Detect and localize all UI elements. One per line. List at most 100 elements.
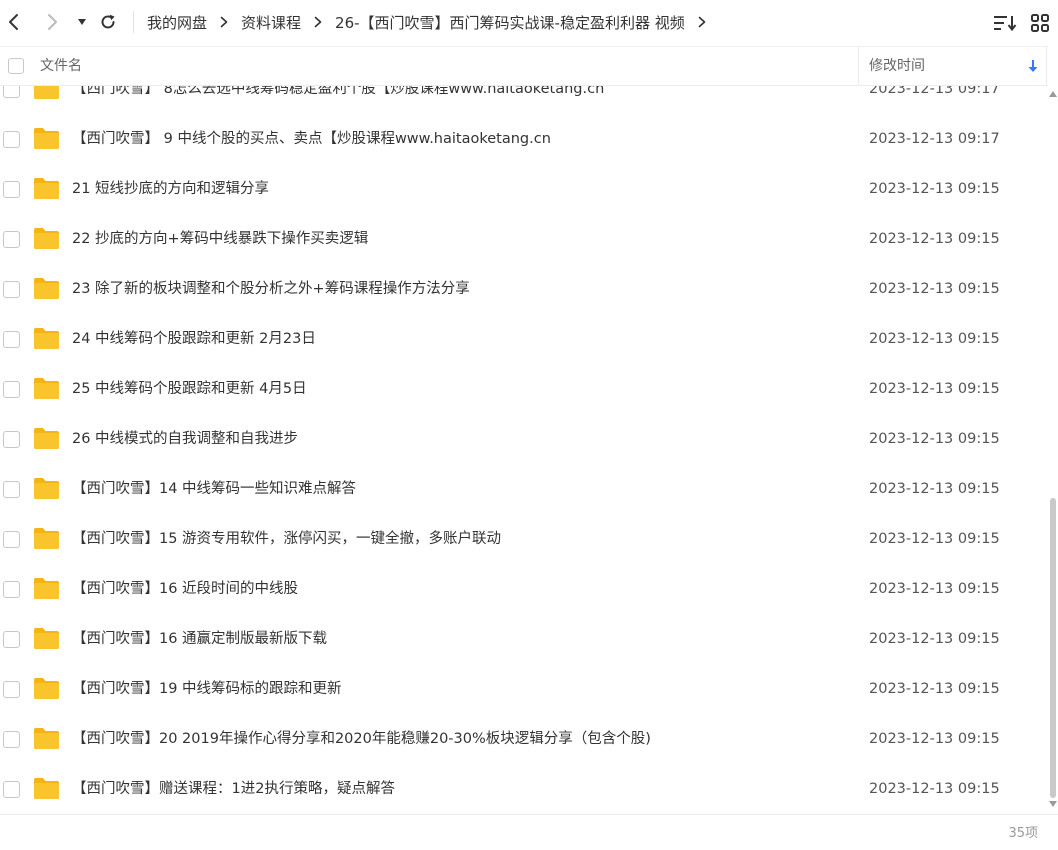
file-name[interactable]: 【西门吹雪】20 2019年操作心得分享和2020年能稳赚20-30%板块逻辑分…: [72, 714, 651, 764]
row-checkbox[interactable]: [3, 331, 20, 348]
folder-icon: [34, 86, 59, 99]
file-row[interactable]: 【西门吹雪】16 通赢定制版最新版下载 2023-12-13 09:15: [0, 614, 1046, 664]
select-all-checkbox[interactable]: [8, 58, 24, 74]
folder-icon: [34, 128, 59, 149]
view-toggle-button[interactable]: [1027, 10, 1053, 36]
file-row[interactable]: 【西门吹雪】赠送课程：1进2执行策略，疑点解答 2023-12-13 09:15: [0, 764, 1046, 814]
file-name[interactable]: 【西门吹雪】 8怎么去选中线筹码稳定盈利个股【炒股课程www.haitaoket…: [72, 86, 604, 114]
breadcrumb-more-chevron-icon[interactable]: [698, 16, 706, 28]
breadcrumb-item-my-drive[interactable]: 我的网盘: [147, 12, 207, 33]
sort-menu-button[interactable]: [992, 10, 1018, 36]
sort-list-icon: [994, 16, 1017, 32]
file-row[interactable]: 【西门吹雪】 8怎么去选中线筹码稳定盈利个股【炒股课程www.haitaoket…: [0, 86, 1046, 114]
column-header-name[interactable]: 文件名: [40, 47, 82, 85]
scroll-up-arrow-icon[interactable]: [1049, 90, 1057, 98]
breadcrumb-item-course-materials[interactable]: 资料课程: [241, 12, 301, 33]
file-name[interactable]: 21 短线抄底的方向和逻辑分享: [72, 164, 269, 214]
breadcrumb-separator-icon: [314, 16, 322, 28]
file-name[interactable]: 【西门吹雪】赠送课程：1进2执行策略，疑点解答: [72, 764, 395, 814]
row-checkbox[interactable]: [3, 231, 20, 248]
file-row[interactable]: 23 除了新的板块调整和个股分析之外+筹码课程操作方法分享 2023-12-13 …: [0, 264, 1046, 314]
breadcrumb: 我的网盘 资料课程 26-【西门吹雪】西门筹码实战课-稳定盈利利器 视频: [147, 0, 719, 44]
folder-icon: [34, 478, 59, 499]
file-row[interactable]: 25 中线筹码个股跟踪和更新 4月5日 2023-12-13 09:15: [0, 364, 1046, 414]
file-name[interactable]: 【西门吹雪】 9 中线个股的买点、卖点【炒股课程www.haitaoketang…: [72, 114, 551, 164]
modified-time: 2023-12-13 09:15: [869, 181, 1000, 197]
file-name[interactable]: 24 中线筹码个股跟踪和更新 2月23日: [72, 314, 316, 364]
folder-icon: [34, 578, 59, 599]
modified-time: 2023-12-13 09:15: [869, 731, 1000, 747]
row-checkbox[interactable]: [3, 131, 20, 148]
modified-time: 2023-12-13 09:17: [869, 86, 1000, 97]
folder-icon: [34, 428, 59, 449]
folder-icon: [34, 728, 59, 749]
row-checkbox[interactable]: [3, 581, 20, 598]
file-name[interactable]: 25 中线筹码个股跟踪和更新 4月5日: [72, 364, 307, 414]
file-row[interactable]: 26 中线模式的自我调整和自我进步 2023-12-13 09:15: [0, 414, 1046, 464]
file-name[interactable]: 22 抄底的方向+筹码中线暴跌下操作买卖逻辑: [72, 214, 368, 264]
file-row[interactable]: 24 中线筹码个股跟踪和更新 2月23日 2023-12-13 09:15: [0, 314, 1046, 364]
item-count: 35项: [1008, 826, 1038, 841]
column-header-modified-time[interactable]: 修改时间: [869, 47, 925, 85]
refresh-button[interactable]: [94, 8, 122, 36]
file-name[interactable]: 23 除了新的板块调整和个股分析之外+筹码课程操作方法分享: [72, 264, 470, 314]
row-checkbox[interactable]: [3, 631, 20, 648]
row-checkbox[interactable]: [3, 531, 20, 548]
modified-time: 2023-12-13 09:15: [869, 331, 1000, 347]
modified-time: 2023-12-13 09:15: [869, 631, 1000, 647]
modified-time: 2023-12-13 09:15: [869, 231, 1000, 247]
history-dropdown-button[interactable]: [68, 8, 96, 36]
folder-icon: [34, 528, 59, 549]
file-name[interactable]: 【西门吹雪】16 通赢定制版最新版下载: [72, 614, 327, 664]
column-divider[interactable]: [858, 47, 859, 85]
row-checkbox[interactable]: [3, 86, 20, 98]
sort-descending-arrow-icon[interactable]: [1027, 59, 1039, 73]
folder-icon: [34, 328, 59, 349]
status-bar: 35项: [0, 814, 1058, 850]
file-row[interactable]: 【西门吹雪】 9 中线个股的买点、卖点【炒股课程www.haitaoketang…: [0, 114, 1046, 164]
folder-icon: [34, 178, 59, 199]
scrollbar-thumb[interactable]: [1050, 498, 1056, 798]
file-row[interactable]: 【西门吹雪】16 近段时间的中线股 2023-12-13 09:15: [0, 564, 1046, 614]
file-name[interactable]: 【西门吹雪】15 游资专用软件，涨停闪买，一键全撤，多账户联动: [72, 514, 501, 564]
row-checkbox[interactable]: [3, 281, 20, 298]
folder-icon: [34, 278, 59, 299]
row-checkbox[interactable]: [3, 431, 20, 448]
file-row[interactable]: 21 短线抄底的方向和逻辑分享 2023-12-13 09:15: [0, 164, 1046, 214]
breadcrumb-item-current-folder[interactable]: 26-【西门吹雪】西门筹码实战课-稳定盈利利器 视频: [335, 12, 685, 33]
file-row[interactable]: 【西门吹雪】20 2019年操作心得分享和2020年能稳赚20-30%板块逻辑分…: [0, 714, 1046, 764]
scroll-down-arrow-icon[interactable]: [1049, 800, 1057, 808]
row-checkbox[interactable]: [3, 731, 20, 748]
chevron-left-icon: [9, 14, 18, 30]
row-checkbox[interactable]: [3, 381, 20, 398]
file-name[interactable]: 【西门吹雪】14 中线筹码一些知识难点解答: [72, 464, 356, 514]
chevron-right-icon: [48, 14, 57, 30]
folder-icon: [34, 778, 59, 799]
grid-view-icon: [1031, 14, 1049, 32]
modified-time: 2023-12-13 09:15: [869, 281, 1000, 297]
file-list[interactable]: 【西门吹雪】 8怎么去选中线筹码稳定盈利个股【炒股课程www.haitaoket…: [0, 86, 1046, 814]
modified-time: 2023-12-13 09:15: [869, 481, 1000, 497]
file-row[interactable]: 【西门吹雪】14 中线筹码一些知识难点解答 2023-12-13 09:15: [0, 464, 1046, 514]
row-checkbox[interactable]: [3, 781, 20, 798]
folder-icon: [34, 628, 59, 649]
folder-icon: [34, 378, 59, 399]
dropdown-triangle-icon: [78, 19, 86, 25]
row-checkbox[interactable]: [3, 681, 20, 698]
file-name[interactable]: 26 中线模式的自我调整和自我进步: [72, 414, 298, 464]
back-button[interactable]: [0, 8, 28, 36]
toolbar-divider: [133, 11, 134, 33]
forward-button[interactable]: [38, 8, 66, 36]
file-row[interactable]: 【西门吹雪】19 中线筹码标的跟踪和更新 2023-12-13 09:15: [0, 664, 1046, 714]
breadcrumb-separator-icon: [220, 16, 228, 28]
file-rows: 【西门吹雪】 8怎么去选中线筹码稳定盈利个股【炒股课程www.haitaoket…: [0, 86, 1046, 814]
file-name[interactable]: 【西门吹雪】16 近段时间的中线股: [72, 564, 298, 614]
file-name[interactable]: 【西门吹雪】19 中线筹码标的跟踪和更新: [72, 664, 342, 714]
row-checkbox[interactable]: [3, 481, 20, 498]
modified-time: 2023-12-13 09:15: [869, 431, 1000, 447]
file-row[interactable]: 22 抄底的方向+筹码中线暴跌下操作买卖逻辑 2023-12-13 09:15: [0, 214, 1046, 264]
row-checkbox[interactable]: [3, 181, 20, 198]
modified-time: 2023-12-13 09:15: [869, 581, 1000, 597]
file-row[interactable]: 【西门吹雪】15 游资专用软件，涨停闪买，一键全撤，多账户联动 2023-12-1…: [0, 514, 1046, 564]
vertical-scrollbar[interactable]: [1048, 86, 1058, 812]
